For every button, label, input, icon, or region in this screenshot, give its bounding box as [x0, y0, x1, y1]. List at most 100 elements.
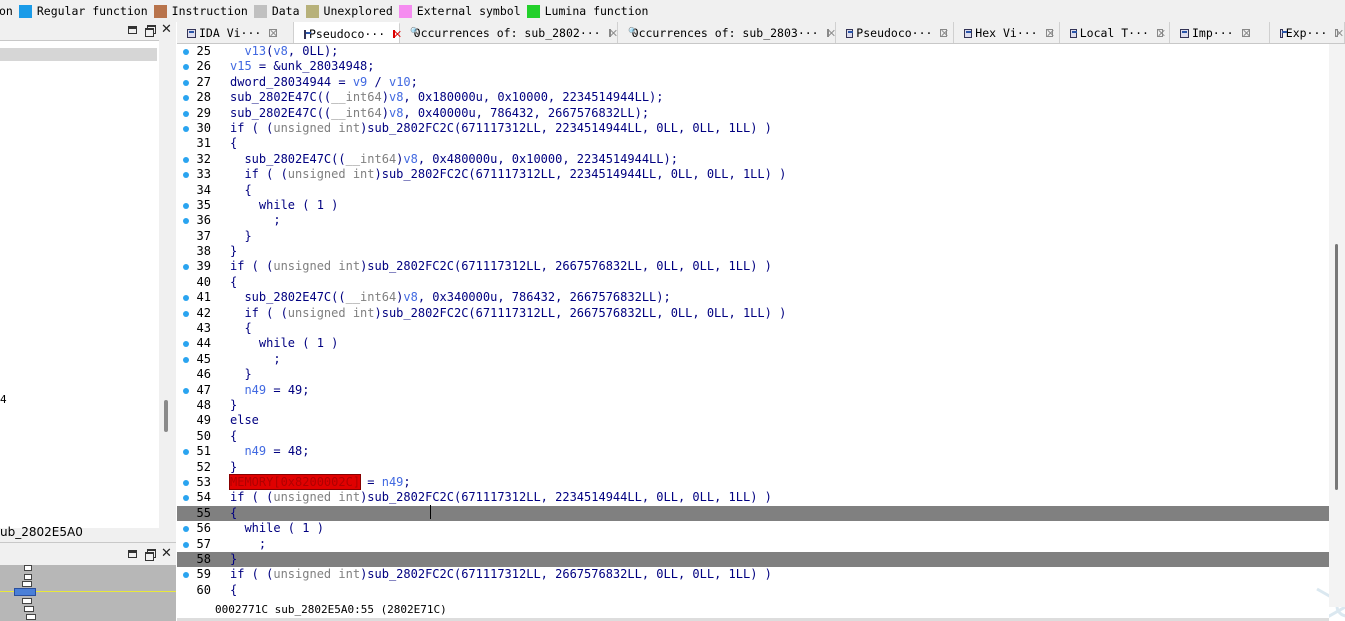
breakpoint-marker-icon[interactable]	[183, 541, 189, 548]
code-text[interactable]: if ( (unsigned int)sub_2802FC2C(67111731…	[230, 306, 786, 321]
breakpoint-marker-icon[interactable]	[183, 341, 189, 348]
code-text[interactable]: ;	[230, 352, 280, 367]
code-line[interactable]: 41 sub_2802E47C((__int64)v8, 0x340000u, …	[177, 290, 1329, 305]
code-line[interactable]: 58}	[177, 551, 1329, 568]
restore-icon[interactable]	[144, 24, 156, 38]
code-line[interactable]: 51 n49 = 48;	[177, 444, 1329, 459]
code-line[interactable]: 46 }	[177, 367, 1329, 382]
breakpoint-marker-icon[interactable]	[183, 356, 189, 363]
code-line[interactable]: 26 v15 = &unk_28034948;	[177, 59, 1329, 74]
code-text[interactable]: {	[230, 506, 237, 521]
tab-pseudocode[interactable]: Pseudoco···	[836, 22, 954, 43]
code-text[interactable]: }	[230, 552, 237, 567]
code-text[interactable]: sub_2802E47C((__int64)v8, 0x480000u, 0x1…	[230, 152, 678, 167]
code-text[interactable]: {	[230, 321, 251, 336]
tab-close-icon[interactable]	[608, 29, 611, 37]
code-text[interactable]: dword_28034944 = v9 / v10;	[230, 75, 418, 90]
code-text[interactable]: sub_2802E47C((__int64)v8, 0x40000u, 7864…	[230, 106, 649, 121]
restore-icon[interactable]	[144, 548, 156, 562]
breakpoint-marker-icon[interactable]	[183, 310, 189, 317]
code-text[interactable]: }	[230, 367, 251, 382]
functions-scroll-thumb[interactable]	[164, 400, 168, 432]
tab-close-icon[interactable]	[1156, 29, 1163, 37]
code-line[interactable]: 38}	[177, 244, 1329, 259]
close-icon[interactable]: ✕	[161, 547, 172, 562]
code-text[interactable]: ;	[230, 537, 266, 552]
tab-imports[interactable]: Imp···	[1170, 22, 1270, 43]
functions-list[interactable]	[0, 40, 159, 528]
code-line[interactable]: 31 {	[177, 136, 1329, 151]
functions-list-header[interactable]	[0, 48, 157, 61]
tab-ida-view[interactable]: IDA Vi···	[177, 22, 294, 43]
code-line[interactable]: 28 sub_2802E47C((__int64)v8, 0x180000u, 0…	[177, 90, 1329, 105]
breakpoint-marker-icon[interactable]	[183, 79, 189, 86]
code-line[interactable]: 60 {	[177, 583, 1329, 598]
breakpoint-marker-icon[interactable]	[183, 172, 189, 179]
tab-close-icon[interactable]	[393, 30, 396, 38]
code-text[interactable]: v13(v8, 0LL);	[230, 44, 338, 59]
code-text[interactable]: }	[230, 398, 237, 413]
tab-occurrences[interactable]: Occurrences of: sub_2802···	[400, 22, 618, 43]
breakpoint-marker-icon[interactable]	[183, 125, 189, 132]
code-line[interactable]: 55 {	[177, 505, 1329, 522]
code-text[interactable]: if ( (unsigned int)sub_2802FC2C(67111731…	[230, 121, 772, 136]
vertical-scrollbar[interactable]	[1329, 44, 1345, 607]
code-line[interactable]: 25 v13(v8, 0LL);	[177, 44, 1329, 59]
code-line[interactable]: 32 sub_2802E47C((__int64)v8, 0x480000u, …	[177, 152, 1329, 167]
breakpoint-marker-icon[interactable]	[183, 64, 189, 71]
pseudocode-view[interactable]: 25 v13(v8, 0LL); 26 v15 = &unk_28034948; 27…	[177, 44, 1345, 621]
breakpoint-marker-icon[interactable]	[183, 495, 189, 502]
code-text[interactable]: n49 = 49;	[230, 383, 309, 398]
code-text[interactable]: if ( (unsigned int)sub_2802FC2C(67111731…	[230, 259, 772, 274]
breakpoint-marker-icon[interactable]	[183, 110, 189, 117]
code-text[interactable]: {	[230, 429, 237, 444]
graph-overview[interactable]	[0, 565, 176, 621]
code-line[interactable]: 29 sub_2802E47C((__int64)v8, 0x40000u, 78…	[177, 106, 1329, 121]
code-text[interactable]: while ( 1 )	[230, 521, 323, 536]
code-text[interactable]: while ( 1 )	[230, 198, 338, 213]
breakpoint-marker-icon[interactable]	[183, 449, 189, 456]
breakpoint-marker-icon[interactable]	[183, 264, 189, 271]
code-line[interactable]: 42 if ( (unsigned int)sub_2802FC2C(67111…	[177, 306, 1329, 321]
breakpoint-marker-icon[interactable]	[183, 572, 189, 579]
code-line[interactable]: 50 {	[177, 429, 1329, 444]
breakpoint-marker-icon[interactable]	[183, 479, 189, 486]
code-line[interactable]: 45 ;	[177, 352, 1329, 367]
code-line[interactable]: 52}	[177, 460, 1329, 475]
breakpoint-marker-icon[interactable]	[183, 295, 189, 302]
breakpoint-marker-icon[interactable]	[183, 49, 189, 55]
code-line[interactable]: 48}	[177, 398, 1329, 413]
code-text[interactable]: n49 = 48;	[230, 444, 309, 459]
close-icon[interactable]: ✕	[161, 23, 172, 38]
maximize-icon[interactable]	[127, 24, 138, 38]
code-line[interactable]: 57 ;	[177, 537, 1329, 552]
tab-exports[interactable]: Exp···	[1270, 22, 1345, 43]
code-line[interactable]: 36 ;	[177, 213, 1329, 228]
code-line[interactable]: 37 }	[177, 229, 1329, 244]
code-line[interactable]: 39 if ( (unsigned int)sub_2802FC2C(671117…	[177, 259, 1329, 274]
breakpoint-marker-icon[interactable]	[183, 156, 189, 163]
code-text[interactable]: ;	[230, 213, 280, 228]
breakpoint-marker-icon[interactable]	[183, 218, 189, 225]
code-text[interactable]: v15 = &unk_28034948;	[230, 59, 375, 74]
functions-scrollbar[interactable]	[159, 40, 176, 528]
code-text[interactable]: sub_2802E47C((__int64)v8, 0x340000u, 786…	[230, 290, 670, 305]
code-text[interactable]: {	[230, 183, 251, 198]
tab-close-icon[interactable]	[1241, 29, 1250, 37]
tab-pseudocode[interactable]: Pseudoco···	[294, 22, 400, 43]
vertical-scroll-thumb[interactable]	[1335, 244, 1338, 490]
code-line[interactable]: 53 MEMORY[0x8200002C] = n49;	[177, 473, 1329, 490]
code-text[interactable]: sub_2802E47C((__int64)v8, 0x180000u, 0x1…	[230, 90, 664, 105]
breakpoint-marker-icon[interactable]	[183, 95, 189, 102]
tab-occurrences[interactable]: Occurrences of: sub_2803···	[618, 22, 836, 43]
code-line[interactable]: 44 while ( 1 )	[177, 336, 1329, 351]
code-text[interactable]: }	[230, 229, 251, 244]
code-line[interactable]: 59 if ( (unsigned int)sub_2802FC2C(671117…	[177, 567, 1329, 582]
code-text[interactable]: {	[230, 275, 237, 290]
breakpoint-marker-icon[interactable]	[183, 202, 189, 209]
code-line[interactable]: 49 else	[177, 413, 1329, 428]
code-line[interactable]: 27 dword_28034944 = v9 / v10;	[177, 75, 1329, 90]
code-line[interactable]: 35 while ( 1 )	[177, 198, 1329, 213]
code-line[interactable]: 43 {	[177, 321, 1329, 336]
code-line[interactable]: 40 {	[177, 275, 1329, 290]
